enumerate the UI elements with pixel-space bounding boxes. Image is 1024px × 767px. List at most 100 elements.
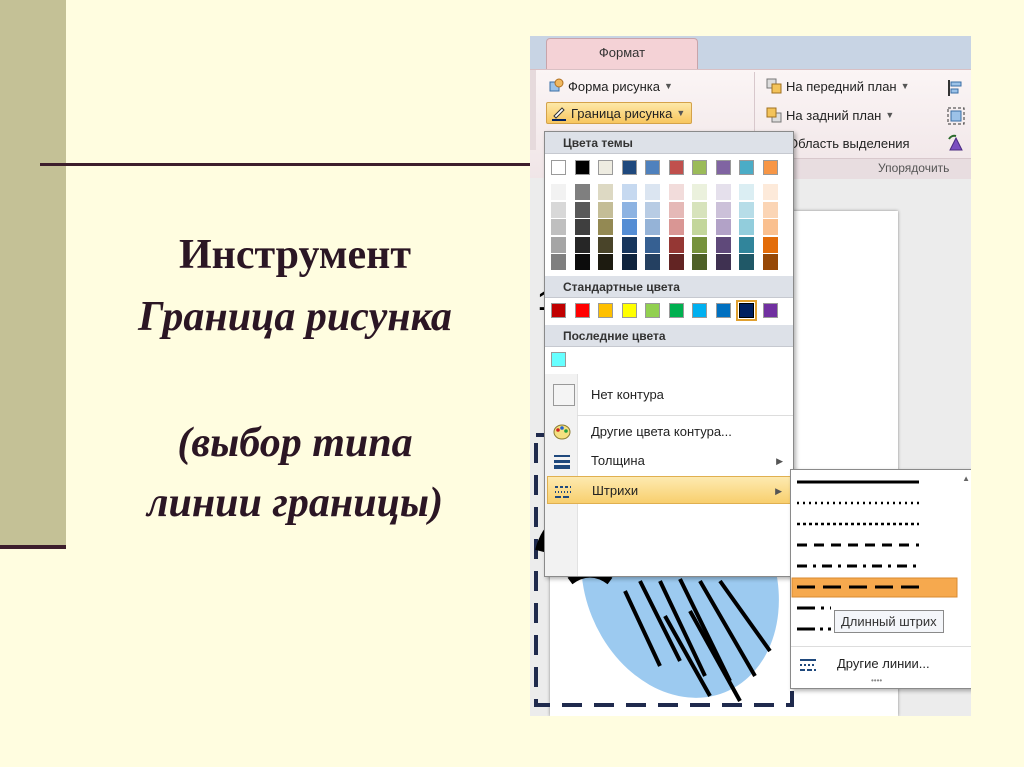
theme-shade-swatch[interactable]	[715, 219, 731, 235]
standard-color-swatch[interactable]	[736, 300, 757, 321]
theme-shade-swatch[interactable]	[645, 236, 660, 253]
theme-shade-swatch[interactable]	[668, 236, 684, 253]
theme-shade-swatch[interactable]	[739, 201, 754, 218]
theme-shade-swatch[interactable]	[621, 201, 637, 218]
scroll-up-icon[interactable]: ▲	[962, 474, 970, 483]
slide-title-line2: Граница рисунка	[138, 294, 452, 340]
theme-color-swatch[interactable]	[692, 160, 707, 175]
bring-forward-button[interactable]: На передний план ▼	[766, 78, 910, 94]
standard-color-swatch[interactable]	[551, 303, 566, 318]
theme-shade-swatch[interactable]	[621, 236, 637, 253]
theme-shade-swatch[interactable]	[574, 236, 590, 253]
theme-shade-swatch[interactable]	[621, 219, 637, 235]
theme-shade-swatch[interactable]	[551, 219, 566, 235]
theme-shade-swatch[interactable]	[598, 184, 613, 200]
theme-shade-swatch[interactable]	[715, 184, 731, 200]
slide-title-line1: Инструмент	[179, 232, 411, 278]
theme-shade-swatch[interactable]	[762, 254, 778, 270]
align-icon[interactable]	[946, 78, 966, 98]
theme-shade-swatch[interactable]	[715, 254, 731, 270]
chevron-down-icon: ▼	[885, 110, 895, 120]
theme-shade-swatch[interactable]	[668, 184, 684, 200]
theme-color-swatch[interactable]	[739, 160, 754, 175]
theme-shade-swatch[interactable]	[598, 236, 613, 253]
theme-shade-swatch[interactable]	[692, 236, 707, 253]
no-outline-label: Нет контура	[591, 387, 664, 402]
theme-shade-swatch[interactable]	[574, 201, 590, 218]
theme-shade-swatch[interactable]	[574, 184, 590, 200]
theme-shade-swatch[interactable]	[762, 219, 778, 235]
theme-shade-swatch[interactable]	[668, 201, 684, 218]
theme-shade-swatch[interactable]	[762, 201, 778, 218]
theme-shade-swatch[interactable]	[692, 184, 707, 200]
theme-shade-swatch[interactable]	[762, 184, 778, 200]
theme-shade-swatch[interactable]	[551, 236, 566, 253]
slide-title-line3: (выбор типа	[177, 420, 413, 466]
theme-colors-header: Цвета темы	[545, 132, 793, 154]
palette-icon	[553, 424, 571, 440]
theme-shade-swatch[interactable]	[574, 254, 590, 270]
dashes-item[interactable]: Штрихи ▶	[547, 476, 791, 504]
theme-shade-swatch[interactable]	[574, 219, 590, 235]
standard-color-swatch[interactable]	[574, 303, 590, 318]
theme-color-swatch[interactable]	[762, 160, 778, 175]
theme-shade-swatch[interactable]	[621, 184, 637, 200]
theme-shade-swatch[interactable]	[715, 236, 731, 253]
theme-shade-swatch[interactable]	[551, 201, 566, 218]
weight-item[interactable]: Толщина ▶	[545, 447, 793, 475]
theme-shade-swatch[interactable]	[739, 254, 754, 270]
send-backward-button[interactable]: На задний план ▼	[766, 107, 894, 123]
recent-color-swatch[interactable]	[551, 352, 566, 367]
standard-color-swatch[interactable]	[621, 303, 637, 318]
theme-shade-swatch[interactable]	[739, 236, 754, 253]
theme-shade-swatch[interactable]	[762, 236, 778, 253]
theme-shade-swatch[interactable]	[645, 184, 660, 200]
standard-color-swatch[interactable]	[645, 303, 660, 318]
menu-divider	[791, 646, 971, 647]
theme-shade-swatch[interactable]	[692, 254, 707, 270]
more-lines-label: Другие линии...	[837, 656, 930, 671]
standard-color-swatch[interactable]	[598, 303, 613, 318]
send-backward-icon	[766, 107, 782, 123]
theme-shade-swatch[interactable]	[692, 201, 707, 218]
tab-format[interactable]: Формат	[546, 38, 698, 71]
selection-pane-button[interactable]: Область выделения	[788, 136, 910, 151]
recent-colors-header: Последние цвета	[545, 325, 793, 347]
theme-shade-swatch[interactable]	[551, 184, 566, 200]
theme-shade-swatch[interactable]	[645, 254, 660, 270]
theme-color-swatch[interactable]	[715, 160, 731, 175]
theme-color-swatch[interactable]	[621, 160, 637, 175]
resize-grip[interactable]: ••••	[871, 676, 882, 685]
theme-shade-swatch[interactable]	[598, 219, 613, 235]
theme-shade-swatch[interactable]	[668, 254, 684, 270]
theme-shade-swatch[interactable]	[715, 201, 731, 218]
theme-color-swatch[interactable]	[668, 160, 684, 175]
theme-color-swatch[interactable]	[645, 160, 660, 175]
theme-shade-swatch[interactable]	[598, 201, 613, 218]
theme-shade-swatch[interactable]	[739, 219, 754, 235]
theme-color-swatch[interactable]	[574, 160, 590, 175]
theme-shade-swatch[interactable]	[645, 201, 660, 218]
theme-shade-swatch[interactable]	[551, 254, 566, 270]
bring-forward-icon	[766, 78, 782, 94]
theme-color-swatch[interactable]	[598, 160, 613, 175]
more-colors-item[interactable]: Другие цвета контура...	[545, 418, 793, 446]
more-lines-item[interactable]: Другие линии...	[791, 650, 971, 678]
standard-color-swatch[interactable]	[762, 303, 778, 318]
shape-button[interactable]: Форма рисунка ▼	[548, 78, 673, 94]
theme-shade-swatch[interactable]	[645, 219, 660, 235]
standard-color-swatch[interactable]	[692, 303, 707, 318]
theme-color-swatch[interactable]	[551, 160, 566, 175]
line-weight-icon	[554, 455, 570, 469]
group-icon[interactable]	[946, 106, 966, 126]
theme-shade-swatch[interactable]	[621, 254, 637, 270]
theme-shade-swatch[interactable]	[739, 184, 754, 200]
rotate-icon[interactable]	[946, 134, 966, 154]
border-button[interactable]: Граница рисунка ▼	[546, 102, 693, 124]
no-outline-item[interactable]: Нет контура	[545, 378, 793, 412]
theme-shade-swatch[interactable]	[692, 219, 707, 235]
theme-shade-swatch[interactable]	[598, 254, 613, 270]
standard-color-swatch[interactable]	[668, 303, 684, 318]
theme-shade-swatch[interactable]	[668, 219, 684, 235]
standard-color-swatch[interactable]	[715, 303, 731, 318]
